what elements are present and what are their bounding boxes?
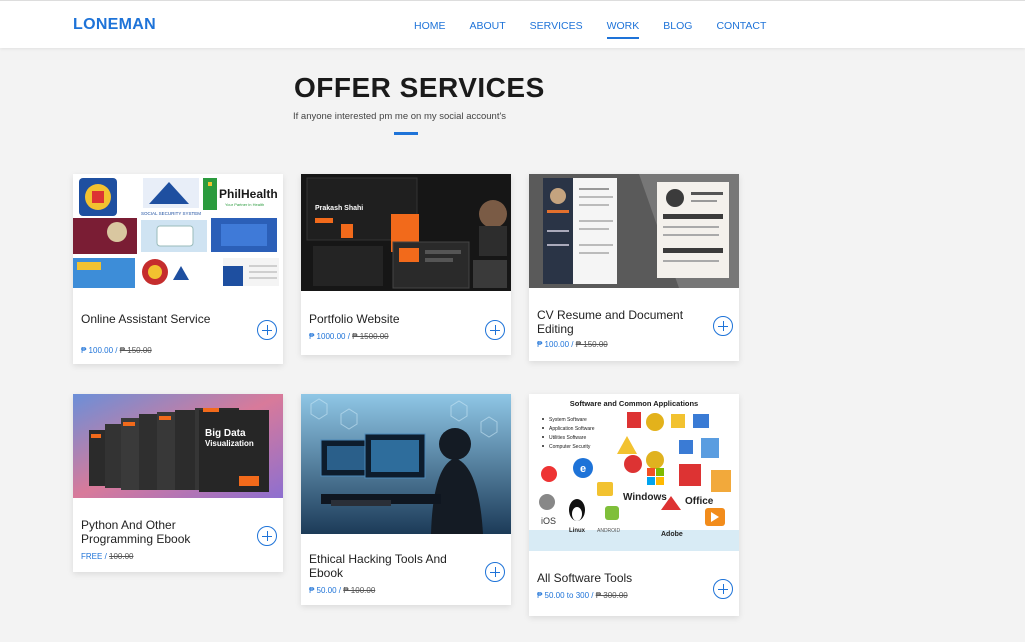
svg-text:PhilHealth: PhilHealth bbox=[219, 187, 278, 201]
svg-text:Linux: Linux bbox=[569, 528, 586, 534]
title-underline bbox=[394, 132, 418, 135]
old-price: ₱ 150.00 bbox=[575, 340, 608, 349]
add-circle-icon[interactable] bbox=[257, 526, 277, 546]
nav-about[interactable]: ABOUT bbox=[470, 20, 506, 36]
add-circle-icon[interactable] bbox=[485, 320, 505, 340]
svg-text:iOS: iOS bbox=[541, 516, 556, 526]
svg-text:Software and Common Applicatio: Software and Common Applications bbox=[570, 399, 698, 408]
add-circle-icon[interactable] bbox=[485, 562, 505, 582]
section-subtitle: If anyone interested pm me on my social … bbox=[293, 111, 507, 122]
svg-text:Visualization: Visualization bbox=[205, 439, 254, 448]
service-price: ₱ 50.00 / ₱ 100.00 bbox=[309, 586, 376, 595]
current-price: ₱ 50.00 to 300 bbox=[537, 591, 590, 600]
svg-text:Office: Office bbox=[685, 496, 714, 507]
top-navbar: LONEMAN HOME ABOUT SERVICES WORK BLOG CO… bbox=[0, 0, 1025, 48]
add-circle-icon[interactable] bbox=[713, 316, 733, 336]
current-price: ₱ 100.00 bbox=[537, 340, 570, 349]
current-price: FREE bbox=[81, 552, 103, 561]
service-name: Ethical Hacking Tools And Ebook bbox=[309, 552, 447, 580]
nav-home[interactable]: HOME bbox=[414, 20, 446, 36]
main-nav: HOME ABOUT SERVICES WORK BLOG CONTACT bbox=[414, 20, 790, 39]
svg-text:Application Software: Application Software bbox=[549, 426, 595, 432]
old-price: ₱ 1500.00 bbox=[352, 332, 389, 341]
service-price: ₱ 100.00 / ₱ 150.00 bbox=[537, 340, 608, 349]
svg-text:e: e bbox=[580, 463, 586, 475]
nav-blog[interactable]: BLOG bbox=[663, 20, 692, 36]
current-price: ₱ 1000.00 bbox=[309, 332, 346, 341]
service-card-online-assistant[interactable]: SOCIAL SECURITY SYSTEM PhilHealth Your P… bbox=[73, 174, 283, 364]
old-price: ₱ 150.00 bbox=[119, 346, 152, 355]
svg-text:Big Data: Big Data bbox=[205, 428, 246, 439]
service-price: FREE / 100.00 bbox=[81, 552, 134, 561]
section-title: OFFER SERVICES bbox=[294, 72, 545, 103]
service-name: CV Resume and Document Editing bbox=[537, 308, 684, 336]
nav-contact[interactable]: CONTACT bbox=[716, 20, 766, 36]
old-price: ₱ 300.00 bbox=[595, 591, 628, 600]
service-name: Portfolio Website bbox=[309, 312, 400, 326]
service-name: Python And Other Programming Ebook bbox=[81, 518, 191, 546]
service-card-ethical-hacking[interactable]: Ethical Hacking Tools And Ebook ₱ 50.00 … bbox=[301, 394, 511, 605]
old-price: 100.00 bbox=[109, 552, 134, 561]
add-circle-icon[interactable] bbox=[257, 320, 277, 340]
online-assistant-image: SOCIAL SECURITY SYSTEM PhilHealth Your P… bbox=[73, 174, 283, 288]
nav-work[interactable]: WORK bbox=[606, 20, 639, 39]
service-price: ₱ 50.00 to 300 / ₱ 300.00 bbox=[537, 591, 628, 600]
portfolio-website-image: Prakash Shahi bbox=[301, 174, 511, 291]
svg-text:Utilities Software: Utilities Software bbox=[549, 435, 586, 441]
nav-services[interactable]: SERVICES bbox=[530, 20, 583, 36]
service-price: ₱ 100.00 / ₱ 150.00 bbox=[81, 346, 152, 355]
cv-resume-image bbox=[529, 174, 739, 288]
svg-text:SOCIAL SECURITY SYSTEM: SOCIAL SECURITY SYSTEM bbox=[141, 211, 201, 216]
service-card-python-ebook[interactable]: Big Data Visualization Python And Other … bbox=[73, 394, 283, 572]
ethical-hacking-image bbox=[301, 394, 511, 534]
svg-text:System Software: System Software bbox=[549, 417, 587, 423]
site-logo[interactable]: LONEMAN bbox=[73, 16, 156, 34]
svg-text:Adobe: Adobe bbox=[661, 531, 683, 538]
service-card-cv-resume[interactable]: CV Resume and Document Editing ₱ 100.00 … bbox=[529, 174, 739, 361]
svg-text:Windows: Windows bbox=[623, 492, 667, 503]
current-price: ₱ 50.00 bbox=[309, 586, 337, 595]
service-card-software-tools[interactable]: Software and Common Applications System … bbox=[529, 394, 739, 616]
python-ebook-image: Big Data Visualization bbox=[73, 394, 283, 498]
old-price: ₱ 100.00 bbox=[343, 586, 376, 595]
service-name: Online Assistant Service bbox=[81, 312, 211, 326]
svg-text:Computer Security: Computer Security bbox=[549, 444, 591, 450]
current-price: ₱ 100.00 bbox=[81, 346, 114, 355]
service-card-portfolio-website[interactable]: Prakash Shahi Portfolio Website ₱ 1000.0… bbox=[301, 174, 511, 355]
svg-text:ANDROID: ANDROID bbox=[597, 528, 620, 534]
software-tools-image: Software and Common Applications System … bbox=[529, 394, 739, 551]
svg-text:Prakash Shahi: Prakash Shahi bbox=[315, 205, 363, 212]
service-price: ₱ 1000.00 / ₱ 1500.00 bbox=[309, 332, 389, 341]
service-name: All Software Tools bbox=[537, 571, 633, 585]
svg-text:Your Partner in Health: Your Partner in Health bbox=[225, 202, 264, 207]
add-circle-icon[interactable] bbox=[713, 579, 733, 599]
